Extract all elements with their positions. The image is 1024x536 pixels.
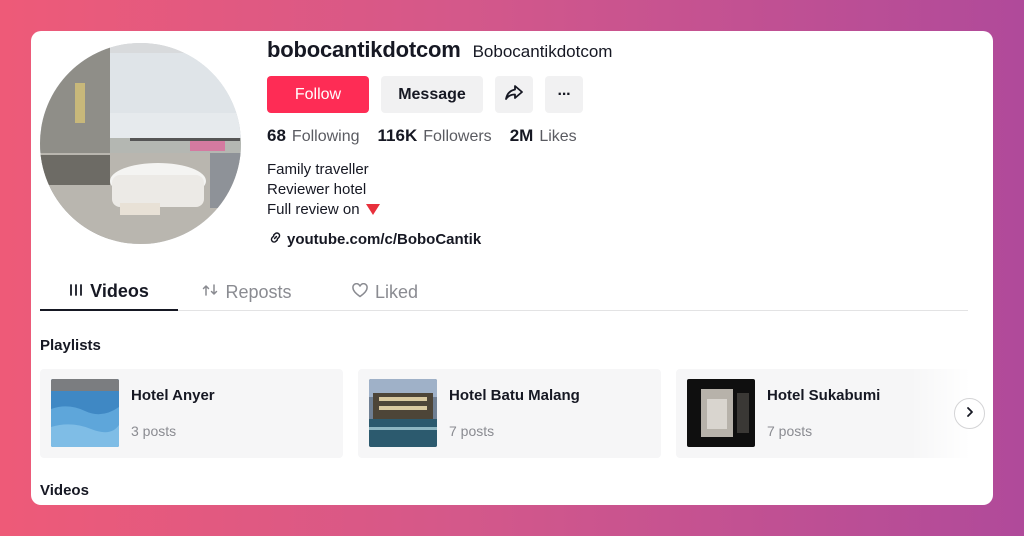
videos-heading: Videos [40, 482, 89, 499]
bio-line: Full review on [267, 201, 360, 218]
playlist-thumbnail [369, 379, 437, 447]
followers-count: 116K [377, 126, 418, 145]
more-icon: ··· [557, 85, 572, 103]
stat-following[interactable]: 68 Following [267, 126, 360, 146]
playlists-heading: Playlists [40, 337, 101, 354]
playlist-count: 7 posts [449, 423, 495, 439]
tab-reposts[interactable]: Reposts [178, 273, 316, 311]
playlist-card[interactable]: Hotel Anyer 3 posts [40, 369, 343, 458]
grid-icon [69, 281, 83, 302]
profile-card: bobocantikdotcom Bobocantikdotcom Follow… [31, 31, 993, 505]
link-icon [269, 231, 282, 248]
red-triangle-icon [365, 204, 380, 215]
tab-label: Reposts [225, 281, 292, 302]
message-button[interactable]: Message [381, 76, 483, 113]
repost-icon [202, 282, 218, 303]
tab-label: Liked [374, 281, 419, 302]
followers-label: Followers [423, 128, 492, 145]
username: bobocantikdotcom [267, 37, 461, 62]
playlist-count: 7 posts [767, 423, 813, 439]
likes-label: Likes [539, 128, 577, 145]
playlist-name: Hotel Anyer [131, 387, 215, 404]
avatar[interactable] [40, 43, 241, 244]
tab-liked[interactable]: Liked [316, 273, 454, 311]
playlist-name: Hotel Batu Malang [449, 387, 580, 404]
profile-tabs: Videos Reposts Liked [40, 273, 968, 311]
bio: Family traveller Reviewer hotel Full rev… [267, 160, 380, 220]
tab-videos[interactable]: Videos [40, 273, 178, 311]
stat-followers[interactable]: 116K Followers [378, 126, 492, 146]
playlist-card[interactable]: Hotel Batu Malang 7 posts [358, 369, 661, 458]
follow-button[interactable]: Follow [267, 76, 369, 113]
nickname: Bobocantikdotcom [472, 42, 613, 61]
profile-link[interactable]: youtube.com/c/BoboCantik [269, 231, 481, 248]
carousel-next-button[interactable] [954, 398, 985, 429]
tab-label: Videos [90, 280, 149, 301]
playlists-carousel: Hotel Anyer 3 posts Hotel Batu Malang 7 … [40, 369, 970, 458]
stat-likes: 2M Likes [510, 126, 577, 146]
bio-line: Family traveller [267, 161, 369, 178]
likes-count: 2M [509, 126, 534, 145]
playlist-thumbnail [51, 379, 119, 447]
link-text: youtube.com/c/BoboCantik [287, 231, 482, 248]
following-count: 68 [267, 126, 286, 145]
share-button[interactable] [495, 76, 533, 113]
playlist-count: 3 posts [131, 423, 177, 439]
chevron-right-icon [964, 405, 976, 423]
playlist-thumbnail [687, 379, 755, 447]
heart-icon [352, 282, 368, 303]
bio-line: Reviewer hotel [267, 181, 367, 198]
more-button[interactable]: ··· [545, 76, 583, 113]
share-icon [504, 82, 524, 107]
playlist-name: Hotel Sukabumi [767, 387, 881, 404]
following-label: Following [291, 128, 360, 145]
